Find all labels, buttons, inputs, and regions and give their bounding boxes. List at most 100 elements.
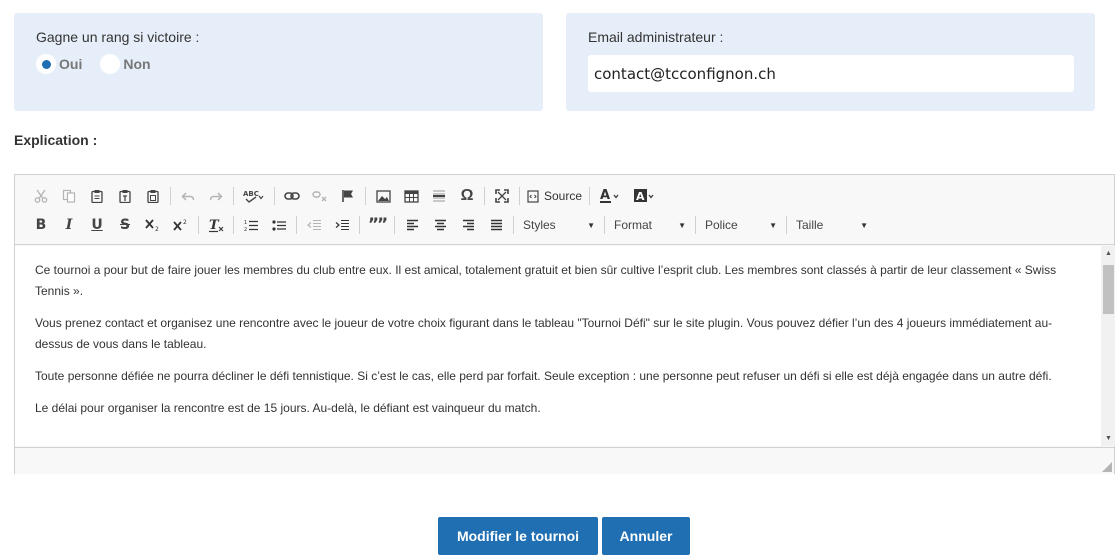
strikethrough-button[interactable]: S bbox=[111, 212, 139, 238]
rich-text-editor: ABC Ω Source A A B I U S 2 2 T 1 2 ”” St… bbox=[14, 174, 1115, 474]
radio-non-label: Non bbox=[123, 56, 151, 72]
toolbar-separator bbox=[359, 216, 360, 234]
superscript-icon[interactable]: 2 bbox=[167, 212, 195, 238]
paragraph: Ce tournoi a pour but de faire jouer les… bbox=[35, 263, 1057, 298]
explication-label: Explication : bbox=[14, 132, 98, 148]
editor-content[interactable]: Ce tournoi a pour but de faire jouer les… bbox=[15, 246, 1101, 446]
toolbar-separator bbox=[695, 216, 696, 234]
bg-color-icon[interactable]: A bbox=[627, 183, 661, 209]
source-button[interactable]: Source bbox=[523, 183, 586, 209]
modify-tournament-button[interactable]: Modifier le tournoi bbox=[438, 517, 598, 555]
outdent-icon[interactable] bbox=[300, 212, 328, 238]
svg-text:ABC: ABC bbox=[243, 190, 259, 198]
toolbar-separator bbox=[365, 187, 366, 205]
paragraph: Le délai pour organiser la rencontre est… bbox=[35, 401, 541, 415]
email-label: Email administrateur : bbox=[588, 29, 724, 45]
toolbar-separator bbox=[198, 216, 199, 234]
paragraph: Toute personne défiée ne pourra décliner… bbox=[35, 369, 1052, 383]
toolbar-separator bbox=[484, 187, 485, 205]
svg-text:1: 1 bbox=[244, 220, 247, 226]
toolbar-separator bbox=[233, 187, 234, 205]
radio-oui-circle[interactable] bbox=[36, 54, 56, 74]
rank-label: Gagne un rang si victoire : bbox=[36, 29, 200, 45]
email-panel: Email administrateur : bbox=[566, 13, 1095, 111]
horizontal-rule-icon[interactable] bbox=[425, 183, 453, 209]
paragraph: Vous prenez contact et organisez une ren… bbox=[35, 316, 1053, 351]
chevron-down-icon: ▼ bbox=[587, 220, 595, 230]
chevron-down-icon: ▼ bbox=[678, 220, 686, 230]
police-dropdown[interactable]: Police ▼ bbox=[699, 212, 783, 238]
toolbar-separator bbox=[394, 216, 395, 234]
radio-oui[interactable]: Oui bbox=[36, 54, 82, 74]
toolbar-separator bbox=[274, 187, 275, 205]
cancel-button[interactable]: Annuler bbox=[602, 517, 690, 555]
svg-text:2: 2 bbox=[244, 227, 247, 232]
unlink-icon[interactable] bbox=[306, 183, 334, 209]
toolbar-separator bbox=[604, 216, 605, 234]
copy-icon[interactable] bbox=[55, 183, 83, 209]
table-icon[interactable] bbox=[397, 183, 425, 209]
radio-non-circle[interactable] bbox=[100, 54, 121, 74]
remove-format-icon[interactable]: T bbox=[202, 212, 230, 238]
toolbar-row-2: B I U S 2 2 T 12 ”” Styles ▼ Format ▼ Po… bbox=[27, 212, 874, 238]
scroll-up-arrow-icon[interactable]: ▲ bbox=[1104, 250, 1113, 257]
maximize-icon[interactable] bbox=[488, 183, 516, 209]
align-left-icon[interactable] bbox=[398, 212, 426, 238]
toolbar-row-1: ABC Ω Source A A bbox=[27, 183, 661, 209]
numbered-list-icon[interactable]: 12 bbox=[237, 212, 265, 238]
source-label: Source bbox=[544, 189, 583, 203]
align-right-icon[interactable] bbox=[454, 212, 482, 238]
anchor-flag-icon[interactable] bbox=[334, 183, 362, 209]
bulleted-list-icon[interactable] bbox=[265, 212, 293, 238]
underline-button[interactable]: U bbox=[83, 212, 111, 238]
cut-icon[interactable] bbox=[27, 183, 55, 209]
blockquote-button[interactable]: ”” bbox=[363, 212, 391, 238]
source-icon bbox=[527, 189, 539, 203]
spellcheck-icon[interactable]: ABC bbox=[237, 183, 271, 209]
toolbar-separator bbox=[786, 216, 787, 234]
bold-button[interactable]: B bbox=[27, 212, 55, 238]
svg-text:A: A bbox=[636, 190, 645, 203]
align-center-icon[interactable] bbox=[426, 212, 454, 238]
taille-dropdown[interactable]: Taille ▼ bbox=[790, 212, 874, 238]
scroll-down-arrow-icon[interactable]: ▼ bbox=[1104, 435, 1113, 442]
special-char-icon[interactable]: Ω bbox=[453, 183, 481, 209]
rank-radio-group: Oui Non bbox=[36, 54, 169, 74]
styles-dropdown-label: Styles bbox=[523, 218, 556, 232]
resize-grip-icon[interactable] bbox=[1102, 462, 1112, 472]
radio-oui-label: Oui bbox=[59, 56, 83, 72]
email-field[interactable] bbox=[588, 55, 1074, 92]
redo-icon[interactable] bbox=[202, 183, 230, 209]
link-icon[interactable] bbox=[278, 183, 306, 209]
indent-icon[interactable] bbox=[328, 212, 356, 238]
align-justify-icon[interactable] bbox=[482, 212, 510, 238]
radio-non[interactable]: Non bbox=[100, 54, 151, 74]
taille-dropdown-label: Taille bbox=[796, 218, 824, 232]
police-dropdown-label: Police bbox=[705, 218, 738, 232]
undo-icon[interactable] bbox=[174, 183, 202, 209]
paste-word-icon[interactable] bbox=[139, 183, 167, 209]
rank-panel: Gagne un rang si victoire : Oui Non bbox=[14, 13, 543, 111]
text-color-icon[interactable]: A bbox=[593, 183, 627, 209]
chevron-down-icon: ▼ bbox=[769, 220, 777, 230]
editor-status-bar bbox=[15, 447, 1114, 474]
image-icon[interactable] bbox=[369, 183, 397, 209]
format-dropdown-label: Format bbox=[614, 218, 653, 232]
italic-button[interactable]: I bbox=[55, 212, 83, 238]
svg-text:2: 2 bbox=[183, 219, 187, 226]
toolbar-separator bbox=[233, 216, 234, 234]
svg-text:T: T bbox=[209, 218, 220, 233]
styles-dropdown[interactable]: Styles ▼ bbox=[517, 212, 601, 238]
editor-toolbar: ABC Ω Source A A B I U S 2 2 T 1 2 ”” St… bbox=[15, 175, 1114, 245]
scrollbar-thumb[interactable] bbox=[1103, 265, 1114, 314]
toolbar-separator bbox=[296, 216, 297, 234]
format-dropdown[interactable]: Format ▼ bbox=[608, 212, 692, 238]
svg-text:A: A bbox=[600, 188, 610, 203]
svg-text:2: 2 bbox=[155, 226, 159, 232]
editor-scrollbar[interactable]: ▲ ▼ bbox=[1101, 246, 1115, 446]
paste-icon[interactable] bbox=[83, 183, 111, 209]
subscript-icon[interactable]: 2 bbox=[139, 212, 167, 238]
paste-text-icon[interactable] bbox=[111, 183, 139, 209]
toolbar-separator bbox=[513, 216, 514, 234]
toolbar-separator bbox=[170, 187, 171, 205]
